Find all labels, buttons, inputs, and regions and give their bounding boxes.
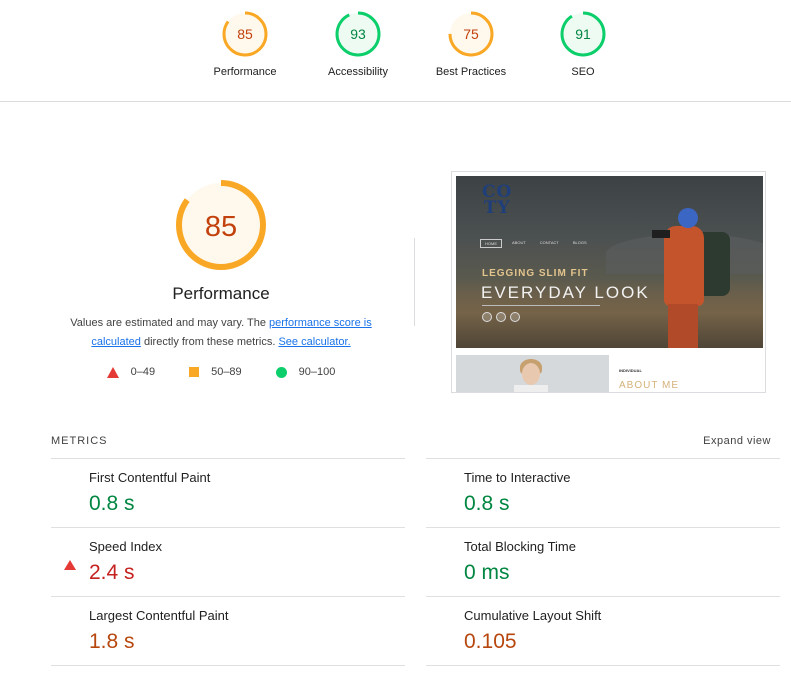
metrics-header: METRICS Expand view (51, 435, 771, 447)
gauge-seo-ring: 91 (560, 11, 606, 57)
gauge-score: 91 (575, 26, 591, 42)
legend-fail: 0–49 (106, 366, 156, 378)
gauge-label: Best Practices (435, 66, 507, 78)
triangle-icon (106, 366, 119, 378)
legend-pass: 90–100 (275, 366, 336, 378)
metric-value: 0.8 s (89, 492, 135, 515)
site-nav: HOME ABOUT CONTACT BLOGS (480, 239, 591, 248)
metric-value: 0.105 (464, 630, 517, 653)
gauge-accessibility-ring: 93 (335, 11, 381, 57)
screenshot-portrait (456, 355, 609, 392)
metric-value: 0 ms (464, 561, 510, 584)
score-summary-bar: 85 Performance 93 Accessibility 75 Best … (0, 0, 791, 102)
metric-label: Total Blocking Time (464, 539, 576, 554)
shirt-shape (514, 385, 548, 392)
status-icon (64, 543, 76, 570)
about-heading: ABOUT ME (619, 380, 680, 391)
expand-view-toggle[interactable]: Expand view (703, 435, 771, 447)
gauge-score: 75 (463, 26, 479, 42)
metric-label: Cumulative Layout Shift (464, 608, 602, 623)
site-nav-item: ABOUT (512, 240, 526, 245)
gauge-accessibility[interactable]: 93 Accessibility (303, 10, 413, 78)
gauge-score: 85 (237, 26, 253, 42)
metric-label: Time to Interactive (464, 470, 571, 485)
site-nav-item: CONTACT (539, 240, 559, 245)
gauge-seo[interactable]: 91 SEO (528, 10, 638, 78)
vertical-divider (414, 238, 415, 326)
gauge-label: Performance (213, 66, 277, 78)
metric-value: 0.8 s (464, 492, 510, 515)
metric-value: 2.4 s (89, 561, 135, 584)
gauge-performance[interactable]: 85 Performance (190, 10, 300, 78)
desc-middle: directly from these metrics. (140, 336, 279, 348)
gauge-score: 93 (350, 26, 366, 42)
final-screenshot[interactable]: CO TY HOME ABOUT CONTACT BLOGS LEGGING S… (451, 171, 766, 393)
site-nav-item: HOME (480, 239, 502, 248)
performance-score: 85 (205, 211, 237, 243)
social-icon (496, 312, 506, 322)
gauge-label: SEO (571, 66, 595, 78)
metric-time-to-interactive: Time to Interactive 0.8 s (426, 458, 780, 527)
legend-average: 50–89 (189, 366, 242, 378)
performance-gauge: 85 (176, 180, 266, 270)
metric-first-contentful-paint: First Contentful Paint 0.8 s (51, 458, 405, 527)
gauge-label: Accessibility (328, 66, 388, 78)
gauge-best-practices[interactable]: 75 Best Practices (416, 10, 526, 78)
hero-subtitle: LEGGING SLIM FIT (482, 268, 589, 279)
metric-label: Largest Contentful Paint (89, 608, 229, 623)
fail-triangle-icon (64, 543, 76, 570)
metric-label: First Contentful Paint (89, 470, 211, 485)
hiker-figure (652, 208, 744, 348)
legend-range: 90–100 (298, 366, 336, 378)
legs-shape (668, 304, 698, 348)
metric-speed-index: Speed Index 2.4 s (51, 527, 405, 596)
hero-underline (482, 305, 600, 306)
desc-prefix: Values are estimated and may vary. The (70, 317, 269, 329)
score-legend: 0–49 50–89 90–100 (48, 366, 394, 378)
social-icon (482, 312, 492, 322)
performance-description: Values are estimated and may vary. The p… (48, 314, 394, 352)
camera-shape (652, 230, 670, 238)
metric-value: 1.8 s (89, 630, 135, 653)
screenshot-hero: CO TY HOME ABOUT CONTACT BLOGS LEGGING S… (456, 176, 763, 348)
metric-cumulative-layout-shift: Cumulative Layout Shift 0.105 (426, 596, 780, 666)
metric-total-blocking-time: Total Blocking Time 0 ms (426, 527, 780, 596)
performance-title: Performance (172, 284, 270, 303)
logo-line: TY (483, 198, 511, 218)
square-icon (189, 367, 200, 377)
metrics-title: METRICS (51, 435, 108, 447)
metric-label: Speed Index (89, 539, 163, 554)
gauge-performance-ring: 85 (222, 11, 268, 57)
hero-headline: EVERYDAY LOOK (481, 283, 650, 302)
social-icon (510, 312, 520, 322)
about-kicker: INDIVIDUAL (619, 368, 642, 373)
metric-largest-contentful-paint: Largest Contentful Paint 1.8 s (51, 596, 405, 666)
jacket-shape (664, 226, 704, 306)
performance-summary: 85 Performance Values are estimated and … (48, 178, 394, 378)
site-logo: CO TY (482, 184, 512, 218)
legend-range: 50–89 (211, 366, 242, 378)
hat-shape (678, 208, 698, 228)
gauge-best-practices-ring: 75 (448, 11, 494, 57)
social-icons (482, 312, 520, 322)
site-nav-item: BLOGS (572, 240, 587, 245)
see-calculator-link[interactable]: See calculator. (278, 336, 350, 348)
circle-icon (275, 366, 287, 378)
legend-range: 0–49 (130, 366, 156, 378)
face-shape (522, 363, 540, 385)
